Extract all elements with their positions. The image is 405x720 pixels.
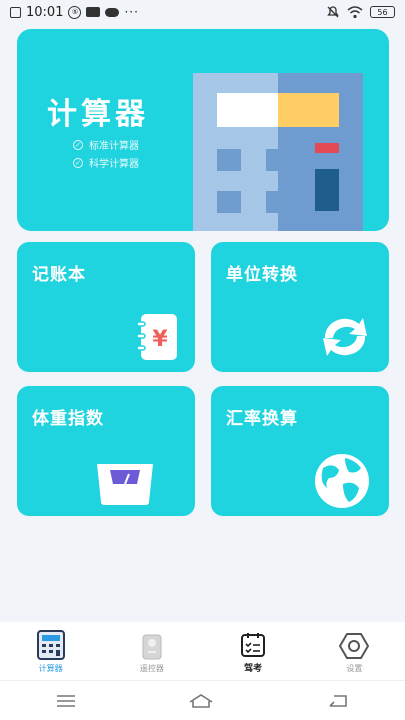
nav-label: 设置	[346, 664, 363, 673]
bottom-nav: 计算器 遥控器 驾考 设置	[0, 622, 405, 680]
check-circle-icon: ✓	[73, 139, 83, 150]
mute-icon	[327, 6, 339, 18]
feature-scientific-calculator[interactable]: ✓ 科学计算器	[73, 155, 139, 170]
status-time: 10:01	[26, 4, 64, 20]
notification-x-icon	[10, 6, 21, 18]
tile-label: 汇率换算	[226, 409, 298, 429]
tile-label: 记账本	[32, 265, 86, 285]
yuan-notebook-icon: ¥	[136, 314, 177, 360]
nav-label: 遥控器	[139, 664, 164, 673]
battery-icon: 56	[370, 6, 395, 18]
nav-settings[interactable]: 设置	[304, 622, 405, 680]
home-icon[interactable]	[187, 692, 215, 710]
calculator-hero-card[interactable]: 计算器 ✓ 标准计算器 ✓ 科学计算器	[17, 29, 389, 231]
nav-driving-test[interactable]: 驾考	[203, 622, 304, 680]
tile-exchange-rate[interactable]: 汇率换算	[211, 386, 389, 516]
tile-unit-conversion[interactable]: 单位转换	[211, 242, 389, 372]
wifi-icon	[347, 5, 363, 18]
nav-label: 计算器	[38, 664, 63, 673]
tile-label: 体重指数	[32, 409, 104, 429]
tile-bmi[interactable]: 体重指数	[17, 386, 195, 516]
calculator-icon	[36, 630, 65, 660]
calendar-checklist-icon	[241, 633, 266, 657]
hero-title: 计算器	[47, 97, 149, 132]
hexagon-settings-icon	[339, 633, 370, 659]
feature-label: 科学计算器	[89, 159, 139, 170]
globe-icon	[315, 454, 369, 508]
svg-text:¥: ¥	[152, 327, 168, 352]
back-icon[interactable]	[326, 693, 350, 709]
tile-account-book[interactable]: 记账本 ¥	[17, 242, 195, 372]
remote-icon	[142, 634, 162, 660]
calculator-illustration	[193, 73, 363, 231]
refresh-arrows-icon	[323, 318, 367, 356]
badge-icon: ⑤	[68, 5, 82, 19]
scale-icon	[97, 464, 153, 505]
menu-icon[interactable]	[55, 693, 77, 709]
feature-standard-calculator[interactable]: ✓ 标准计算器	[73, 137, 139, 152]
nav-remote[interactable]: 遥控器	[101, 622, 202, 680]
chat-icon	[105, 7, 120, 17]
check-circle-icon: ✓	[73, 157, 83, 168]
status-bar: 10:01 ⑤ ··· 56	[0, 0, 405, 24]
mail-icon	[86, 7, 101, 17]
nav-calculator[interactable]: 计算器	[0, 622, 101, 680]
tile-label: 单位转换	[226, 265, 298, 285]
feature-label: 标准计算器	[89, 141, 139, 152]
system-nav-bar	[0, 680, 405, 720]
more-notifications: ···	[124, 5, 139, 19]
nav-label: 驾考	[244, 664, 263, 674]
